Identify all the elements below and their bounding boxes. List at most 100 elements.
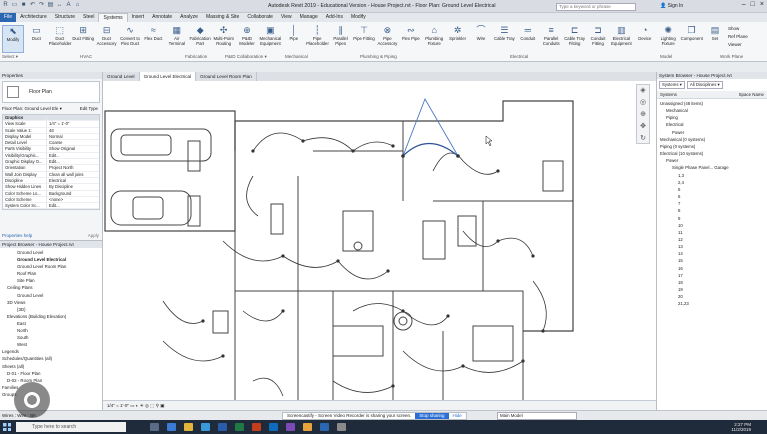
3d-view-icon[interactable]: ⌂ [74,2,81,9]
property-value[interactable]: 1/4" = 1'-0" [46,121,99,127]
open-icon[interactable]: ▭ [11,2,18,9]
system-item[interactable]: 1,3 [660,172,764,179]
ribbon-panel-title[interactable]: Work Plane [720,54,743,59]
steering-wheel-icon[interactable]: ◎ [637,97,649,109]
sign-in-button[interactable]: 👤 Sign In [660,3,683,9]
app-menu-icon[interactable]: R [2,2,9,9]
system-item[interactable]: 5 [660,186,764,193]
system-item[interactable]: 18 [660,279,764,286]
system-item[interactable]: 20 [660,293,764,300]
system-item[interactable]: 19 [660,286,764,293]
tab-steel[interactable]: Steel [79,13,98,22]
tab-structure[interactable]: Structure [51,13,79,22]
view-tab[interactable]: Ground Level Room Plan [196,72,257,81]
ribbon-panel-title[interactable]: P&ID Collaboration ▾ [225,54,267,60]
tab-view[interactable]: View [277,13,296,22]
convert-to-flex-duct-button[interactable]: ∿ Convert to Flex Duct [119,25,141,53]
sprinkler-button[interactable]: ✲ Sprinkler [447,25,469,53]
outlook-icon[interactable] [269,423,278,431]
property-value[interactable] [46,115,99,121]
browser-item[interactable]: Sheets (all) [2,363,100,370]
browser-item[interactable]: Elevations (Building Elevation) [2,313,100,320]
system-item[interactable]: Electrical (10 systems) [660,150,764,157]
system-item[interactable]: 13 [660,243,764,250]
pipe-placeholder-button[interactable]: ┆ Pipe Placeholder [306,25,329,53]
store-icon[interactable] [201,423,210,431]
property-value[interactable]: Normal [46,133,99,140]
minimize-icon[interactable]: – [742,1,746,8]
property-value[interactable]: Electrical [46,177,99,184]
parallel-conduits-button[interactable]: ≡ Parallel Conduits [540,25,562,53]
save-icon[interactable]: ■ [20,2,27,9]
view-tab[interactable]: Ground Level [103,72,140,81]
electrical-equipment-button[interactable]: ▥ Electrical Equipment [610,25,632,53]
component-button[interactable]: ❒ Component [681,25,703,53]
taskbar-clock[interactable]: 2:27 PM 11/2/2019 [731,422,751,432]
pipe-fitting-button[interactable]: ⊤ Pipe Fitting [353,25,375,53]
browser-item[interactable]: Ground Level [2,292,100,299]
tab-file[interactable]: File [0,13,17,22]
system-item[interactable]: 2,4 [660,179,764,186]
duct-fitting-button[interactable]: ⊞ Duct Fitting [72,25,94,53]
system-item[interactable]: Single Phase Panel... Garage [660,164,764,171]
system-item[interactable]: 10 [660,222,764,229]
type-selector[interactable]: Floor Plan [2,81,100,103]
browser-item[interactable]: North [2,327,100,334]
system-item[interactable]: Piping [660,114,764,121]
property-value[interactable]: Coarse [46,140,99,146]
view-scale[interactable]: 1/4" = 1'-0" [107,403,129,408]
property-value[interactable]: Edit... [46,203,99,209]
systems-filter-dropdown[interactable]: Systems ▾ [659,81,685,89]
stop-sharing-button[interactable]: Stop sharing [415,413,449,419]
browser-item[interactable]: {3D} [2,306,100,313]
set-button[interactable]: ▤ Set [704,25,726,53]
property-value[interactable]: Edit... [46,152,99,159]
onenote-icon[interactable] [286,423,295,431]
tab-massing-site[interactable]: Massing & Site [202,13,243,22]
system-item[interactable]: 6 [660,193,764,200]
browser-item[interactable]: West [2,341,100,348]
redo-icon[interactable]: ↷ [38,2,45,9]
discipline-filter-dropdown[interactable]: All Disciplines ▾ [686,81,723,89]
system-item[interactable]: Unassigned (48 items) [660,100,764,107]
word-icon[interactable] [218,423,227,431]
floor-plan-drawing[interactable] [103,81,656,410]
duct-accessory-button[interactable]: ⊟ Duct Accessory [96,25,118,53]
pan-icon[interactable]: ✥ [637,121,649,133]
fabrication-part-button[interactable]: ◆ Fabrication Part [189,25,211,53]
view-tab[interactable]: Ground Level Electrical [139,72,197,81]
text-icon[interactable]: A [65,2,72,9]
column-systems[interactable]: Systems [660,91,677,98]
ref-plane-button[interactable]: Ref Plane [728,33,748,41]
orbit-icon[interactable]: ↻ [637,133,649,145]
property-value[interactable]: By Discipline [46,184,99,190]
flex-pipe-button[interactable]: ∾ Flex Pipe [400,25,422,53]
property-value[interactable]: Clean all wall joins [46,171,99,177]
windows-start-icon[interactable] [3,423,11,431]
revit-icon[interactable] [320,423,329,431]
wire-button[interactable]: ⌒ Wire [470,25,492,53]
system-item[interactable]: 7 [660,200,764,207]
system-item[interactable]: Mechanical (0 systems) [660,136,764,143]
view-cube-icon[interactable]: ◈ [637,85,649,97]
system-item[interactable]: 17 [660,272,764,279]
system-item[interactable]: 21,23 [660,300,764,307]
column-space-name[interactable]: Space Name [739,91,764,98]
excel-icon[interactable] [235,423,244,431]
drawing-canvas[interactable] [103,81,656,410]
pipe-button[interactable]: │ Pipe [283,25,305,53]
browser-item[interactable]: Legends [2,348,100,355]
system-item[interactable]: 16 [660,265,764,272]
apply-button[interactable]: Apply [88,233,99,238]
cable-tray-fitting-button[interactable]: ⊏ Cable Tray Fitting [564,25,586,53]
system-item[interactable]: Power [660,129,764,136]
tab-insert[interactable]: Insert [128,13,149,22]
settings-icon[interactable] [337,423,346,431]
system-item[interactable]: Power [660,157,764,164]
file-explorer-icon[interactable] [184,423,193,431]
system-item[interactable]: Mechanical [660,107,764,114]
browser-item[interactable]: Ground Level Room Plan [2,263,100,270]
property-value[interactable]: Show Original [46,146,99,152]
browser-item[interactable]: Ground Level Electrical [2,256,100,263]
p-id-modeler-button[interactable]: ⊕ P&ID Modeler [236,25,258,53]
